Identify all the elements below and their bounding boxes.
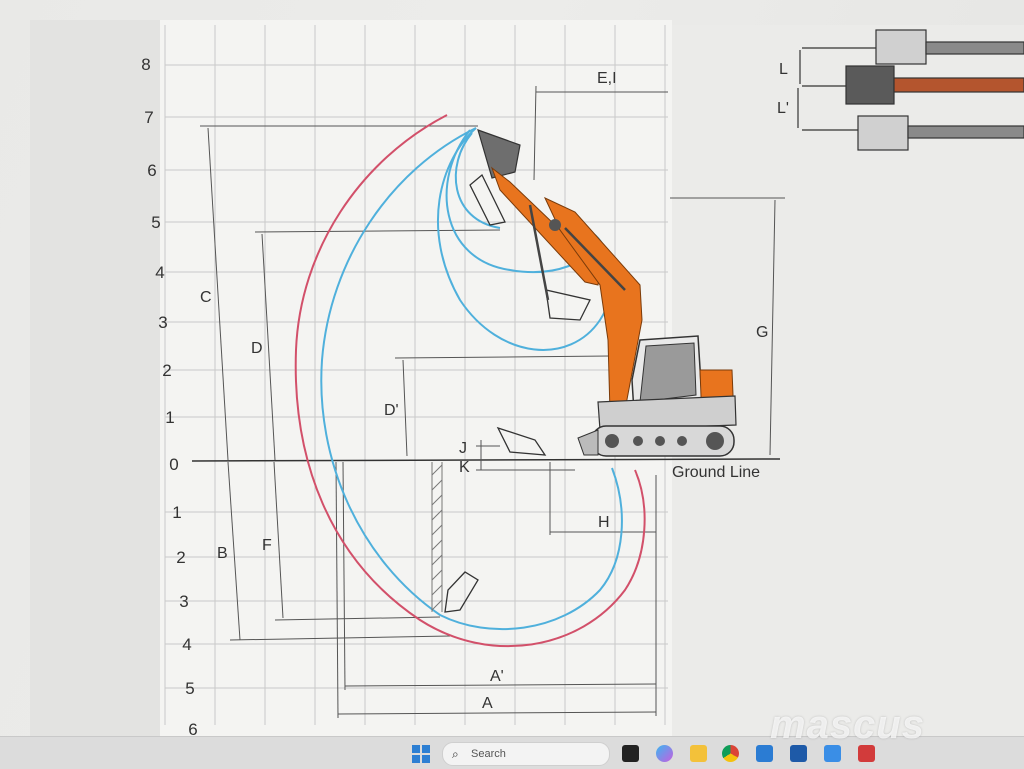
trench-wall bbox=[431, 462, 443, 612]
y-axis-label: 4 bbox=[155, 263, 164, 282]
y-axis-label: 3 bbox=[158, 313, 167, 332]
dimension-c-label: C bbox=[200, 289, 212, 306]
search-icon: ⌕ bbox=[452, 747, 459, 761]
y-axis-label: 3 bbox=[179, 592, 188, 611]
task-view-icon[interactable] bbox=[622, 745, 639, 762]
dimension-l-prime-label: L' bbox=[777, 100, 789, 117]
y-axis-label: 0 bbox=[169, 455, 178, 474]
work-range-curve bbox=[320, 127, 623, 631]
y-axis-label: 8 bbox=[141, 55, 150, 74]
working-range-diagram: 8 7 6 5 4 3 2 1 0 1 2 3 4 5 6 Ground Lin… bbox=[141, 25, 1024, 739]
dimension-d-label: D bbox=[251, 340, 263, 357]
dimension-k-label: K bbox=[459, 459, 470, 476]
y-axis-label: 4 bbox=[182, 635, 191, 654]
max-reach-curve bbox=[294, 114, 646, 648]
y-axis-label: 1 bbox=[172, 503, 181, 522]
dimension-g-label: G bbox=[756, 324, 768, 341]
dimension-l-label: L bbox=[779, 61, 788, 78]
monitor-screen: 8 7 6 5 4 3 2 1 0 1 2 3 4 5 6 Ground Lin… bbox=[0, 0, 1024, 740]
arm-variants-diagram bbox=[797, 29, 1024, 151]
ground-line-label: Ground Line bbox=[672, 464, 760, 481]
dimension-h-label: H bbox=[598, 514, 610, 531]
windows-start-icon[interactable] bbox=[412, 745, 430, 763]
dimension-d-prime-label: D' bbox=[384, 402, 399, 419]
y-axis-label: 7 bbox=[144, 108, 153, 127]
dimension-f-label: F bbox=[262, 537, 272, 554]
copilot-icon[interactable] bbox=[656, 745, 673, 762]
y-axis-label: 2 bbox=[176, 548, 185, 567]
taskbar-search-input[interactable]: ⌕ Search bbox=[442, 742, 610, 766]
mascus-watermark: mascus bbox=[770, 703, 925, 747]
y-axis-label: 1 bbox=[165, 408, 174, 427]
dimension-a-prime-label: A' bbox=[490, 668, 504, 685]
file-explorer-icon[interactable] bbox=[690, 745, 707, 762]
dimension-ei-label: E,I bbox=[597, 70, 617, 87]
y-axis-label: 2 bbox=[162, 361, 171, 380]
ground-line bbox=[191, 458, 781, 462]
y-axis-label: 6 bbox=[147, 161, 156, 180]
y-axis-label: 5 bbox=[151, 213, 160, 232]
dimension-j-label: J bbox=[459, 440, 467, 457]
search-placeholder: Search bbox=[471, 748, 506, 760]
dimension-b-label: B bbox=[217, 545, 228, 562]
y-axis-label: 5 bbox=[185, 679, 194, 698]
excavator bbox=[477, 129, 737, 457]
chrome-icon[interactable] bbox=[722, 745, 739, 762]
dimension-a-label: A bbox=[482, 695, 493, 712]
